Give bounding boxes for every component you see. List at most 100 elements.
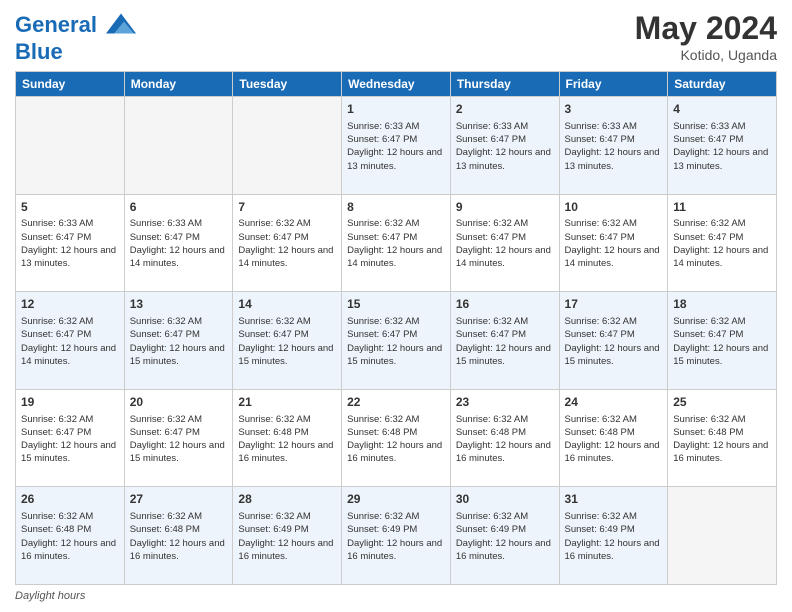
day-number: 13 [130, 296, 228, 313]
table-cell: 14 Sunrise: 6:32 AMSunset: 6:47 PMDayligh… [233, 292, 342, 390]
calendar: Sunday Monday Tuesday Wednesday Thursday… [15, 71, 777, 585]
col-tuesday: Tuesday [233, 72, 342, 97]
day-number: 19 [21, 394, 119, 411]
calendar-row: 1 Sunrise: 6:33 AMSunset: 6:47 PMDaylight… [16, 97, 777, 195]
footer: Daylight hours [15, 590, 777, 602]
day-number: 25 [673, 394, 771, 411]
day-number: 23 [456, 394, 554, 411]
day-info: Sunrise: 6:32 AMSunset: 6:47 PMDaylight:… [347, 315, 445, 368]
day-info: Sunrise: 6:32 AMSunset: 6:49 PMDaylight:… [347, 510, 445, 563]
table-cell: 25 Sunrise: 6:32 AMSunset: 6:48 PMDayligh… [668, 389, 777, 487]
day-number: 17 [565, 296, 663, 313]
table-cell: 21 Sunrise: 6:32 AMSunset: 6:48 PMDayligh… [233, 389, 342, 487]
day-info: Sunrise: 6:32 AMSunset: 6:47 PMDaylight:… [456, 217, 554, 270]
day-number: 4 [673, 101, 771, 118]
table-cell: 2Sunrise: 6:33 AMSunset: 6:47 PMDaylight… [450, 97, 559, 195]
table-cell: 8Sunrise: 6:32 AMSunset: 6:47 PMDaylight… [342, 194, 451, 292]
table-cell [668, 487, 777, 585]
day-number: 11 [673, 199, 771, 216]
day-number: 7 [238, 199, 336, 216]
day-info: Sunrise: 6:32 AMSunset: 6:47 PMDaylight:… [347, 217, 445, 270]
table-cell: 5Sunrise: 6:33 AMSunset: 6:47 PMDaylight… [16, 194, 125, 292]
day-number: 16 [456, 296, 554, 313]
day-number: 10 [565, 199, 663, 216]
day-number: 26 [21, 491, 119, 508]
table-cell: 19 Sunrise: 6:32 AMSunset: 6:47 PMDayligh… [16, 389, 125, 487]
location: Kotido, Uganda [635, 47, 777, 63]
table-cell: 13Sunrise: 6:32 AMSunset: 6:47 PMDayligh… [124, 292, 233, 390]
day-info: Sunrise: 6:32 AMSunset: 6:47 PMDaylight:… [238, 217, 336, 270]
table-cell: 1 Sunrise: 6:33 AMSunset: 6:47 PMDaylight… [342, 97, 451, 195]
day-info: Sunrise: 6:32 AMSunset: 6:48 PMDaylight:… [673, 413, 771, 466]
day-number: 18 [673, 296, 771, 313]
day-info: Sunrise: 6:32 AMSunset: 6:47 PMDaylight:… [456, 315, 554, 368]
table-cell: 16 Sunrise: 6:32 AMSunset: 6:47 PMDayligh… [450, 292, 559, 390]
col-sunday: Sunday [16, 72, 125, 97]
day-number: 29 [347, 491, 445, 508]
col-thursday: Thursday [450, 72, 559, 97]
calendar-header-row: Sunday Monday Tuesday Wednesday Thursday… [16, 72, 777, 97]
day-number: 1 [347, 101, 445, 118]
table-cell: 24 Sunrise: 6:32 AMSunset: 6:48 PMDayligh… [559, 389, 668, 487]
day-info: Sunrise: 6:32 AMSunset: 6:48 PMDaylight:… [130, 510, 228, 563]
day-info: Sunrise: 6:32 AMSunset: 6:47 PMDaylight:… [673, 217, 771, 270]
day-number: 31 [565, 491, 663, 508]
day-info: Sunrise: 6:32 AMSunset: 6:48 PMDaylight:… [565, 413, 663, 466]
logo-icon [106, 11, 136, 41]
table-cell: 17 Sunrise: 6:32 AMSunset: 6:47 PMDayligh… [559, 292, 668, 390]
day-number: 5 [21, 199, 119, 216]
title-block: May 2024 Kotido, Uganda [635, 10, 777, 63]
day-info: Sunrise: 6:33 AMSunset: 6:47 PMDaylight:… [130, 217, 228, 270]
day-info: Sunrise: 6:32 AMSunset: 6:47 PMDaylight:… [21, 413, 119, 466]
month-year: May 2024 [635, 10, 777, 47]
table-cell: 23Sunrise: 6:32 AMSunset: 6:48 PMDayligh… [450, 389, 559, 487]
table-cell: 18 Sunrise: 6:32 AMSunset: 6:47 PMDayligh… [668, 292, 777, 390]
day-info: Sunrise: 6:32 AMSunset: 6:47 PMDaylight:… [565, 217, 663, 270]
day-number: 24 [565, 394, 663, 411]
day-info: Sunrise: 6:32 AMSunset: 6:48 PMDaylight:… [347, 413, 445, 466]
day-info: Sunrise: 6:32 AMSunset: 6:47 PMDaylight:… [130, 413, 228, 466]
table-cell: 10Sunrise: 6:32 AMSunset: 6:47 PMDayligh… [559, 194, 668, 292]
day-info: Sunrise: 6:32 AMSunset: 6:47 PMDaylight:… [673, 315, 771, 368]
table-cell: 20 Sunrise: 6:32 AMSunset: 6:47 PMDayligh… [124, 389, 233, 487]
day-number: 3 [565, 101, 663, 118]
day-info: Sunrise: 6:32 AMSunset: 6:47 PMDaylight:… [238, 315, 336, 368]
daylight-label: Daylight hours [15, 590, 85, 602]
day-info: Sunrise: 6:32 AMSunset: 6:49 PMDaylight:… [565, 510, 663, 563]
day-number: 28 [238, 491, 336, 508]
day-info: Sunrise: 6:32 AMSunset: 6:47 PMDaylight:… [565, 315, 663, 368]
day-number: 12 [21, 296, 119, 313]
table-cell: 30 Sunrise: 6:32 AMSunset: 6:49 PMDayligh… [450, 487, 559, 585]
day-info: Sunrise: 6:32 AMSunset: 6:49 PMDaylight:… [456, 510, 554, 563]
logo-blue: Blue [15, 41, 136, 63]
col-monday: Monday [124, 72, 233, 97]
day-number: 30 [456, 491, 554, 508]
day-info: Sunrise: 6:33 AMSunset: 6:47 PMDaylight:… [456, 120, 554, 173]
header: General Blue May 2024 Kotido, Uganda [15, 10, 777, 63]
table-cell: 27 Sunrise: 6:32 AMSunset: 6:48 PMDayligh… [124, 487, 233, 585]
day-info: Sunrise: 6:33 AMSunset: 6:47 PMDaylight:… [21, 217, 119, 270]
day-info: Sunrise: 6:32 AMSunset: 6:48 PMDaylight:… [238, 413, 336, 466]
calendar-row: 26 Sunrise: 6:32 AMSunset: 6:48 PMDayligh… [16, 487, 777, 585]
table-cell: 31 Sunrise: 6:32 AMSunset: 6:49 PMDayligh… [559, 487, 668, 585]
day-info: Sunrise: 6:32 AMSunset: 6:49 PMDaylight:… [238, 510, 336, 563]
table-cell: 9Sunrise: 6:32 AMSunset: 6:47 PMDaylight… [450, 194, 559, 292]
table-cell [16, 97, 125, 195]
day-number: 9 [456, 199, 554, 216]
page: General Blue May 2024 Kotido, Uganda Sun… [0, 0, 792, 612]
day-number: 21 [238, 394, 336, 411]
day-number: 15 [347, 296, 445, 313]
table-cell: 29 Sunrise: 6:32 AMSunset: 6:49 PMDayligh… [342, 487, 451, 585]
day-number: 14 [238, 296, 336, 313]
table-cell: 6Sunrise: 6:33 AMSunset: 6:47 PMDaylight… [124, 194, 233, 292]
col-saturday: Saturday [668, 72, 777, 97]
table-cell: 12Sunrise: 6:32 AMSunset: 6:47 PMDayligh… [16, 292, 125, 390]
day-info: Sunrise: 6:33 AMSunset: 6:47 PMDaylight:… [347, 120, 445, 173]
table-cell [124, 97, 233, 195]
day-info: Sunrise: 6:33 AMSunset: 6:47 PMDaylight:… [673, 120, 771, 173]
calendar-row: 5Sunrise: 6:33 AMSunset: 6:47 PMDaylight… [16, 194, 777, 292]
day-number: 27 [130, 491, 228, 508]
day-number: 20 [130, 394, 228, 411]
calendar-row: 19 Sunrise: 6:32 AMSunset: 6:47 PMDayligh… [16, 389, 777, 487]
table-cell [233, 97, 342, 195]
